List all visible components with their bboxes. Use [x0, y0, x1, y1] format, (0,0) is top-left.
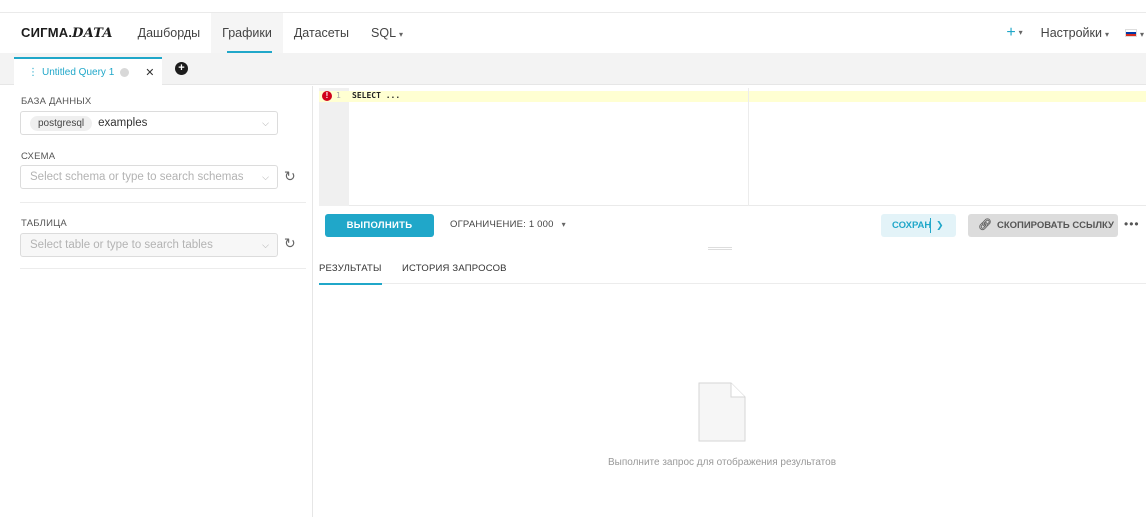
chevron-down-icon[interactable]: ❯ — [936, 214, 944, 237]
empty-results-message: Выполните запрос для отображения результ… — [607, 457, 837, 468]
editor-toolbar: ВЫПОЛНИТЬ ОГРАНИЧЕНИЕ: 1 000 ▾ СОХРАН ❯ 🔗… — [319, 207, 1146, 250]
line-number: 1 — [336, 91, 341, 100]
row-limit-dropdown[interactable]: ОГРАНИЧЕНИЕ: 1 000 ▾ — [450, 219, 566, 230]
link-icon: 🔗︎ — [978, 219, 992, 231]
tab-query-history[interactable]: ИСТОРИЯ ЗАПРОСОВ — [402, 263, 507, 274]
brand-logo[interactable]: СИГМА.DATA — [21, 25, 113, 41]
chevron-down-icon: ⌵ — [262, 240, 269, 250]
schema-label: СХЕМА — [21, 151, 56, 162]
russian-flag-icon — [1124, 28, 1137, 37]
table-label: ТАБЛИЦА — [21, 218, 67, 229]
database-panel: БАЗА ДАННЫХ postgresql examples ⌵ СХЕМА … — [9, 86, 313, 517]
sql-editor[interactable]: ! 1 SELECT ... — [319, 88, 1146, 206]
database-label: БАЗА ДАННЫХ — [21, 96, 92, 107]
print-margin — [748, 88, 749, 206]
save-button[interactable]: СОХРАН ❯ — [881, 214, 956, 237]
plus-icon: + — [1006, 24, 1016, 41]
empty-document-icon — [698, 382, 746, 442]
more-options-icon[interactable]: ••• — [1124, 217, 1140, 231]
split-divider — [930, 218, 931, 233]
results-tabs: РЕЗУЛЬТАТЫ ИСТОРИЯ ЗАПРОСОВ — [319, 252, 1146, 285]
caret-down-icon: ▾ — [1104, 30, 1109, 39]
close-icon[interactable]: ✕ — [145, 66, 154, 79]
database-engine-badge: postgresql — [30, 115, 93, 131]
table-select[interactable]: Select table or type to search tables ⌵ — [20, 233, 278, 257]
top-navbar: СИГМА.DATA Дашборды Графики Датасеты SQL… — [0, 12, 1146, 53]
nav-item-dashboards[interactable]: Дашборды — [127, 13, 212, 53]
query-tab-strip: ⋮ Untitled Query 1 ✕ — [0, 53, 1146, 85]
nav-item-datasets[interactable]: Датасеты — [283, 13, 360, 53]
drag-handle-icon[interactable]: ⋮ — [28, 67, 38, 78]
query-tab-title: Untitled Query 1 — [42, 66, 115, 78]
status-dot-icon — [120, 67, 130, 77]
nav-item-sql[interactable]: SQL ▾ — [360, 13, 414, 53]
divider — [20, 202, 306, 203]
caret-down-icon: ▾ — [1139, 30, 1144, 39]
navbar-right: + ▾ Настройки ▾ ▾ — [1006, 13, 1146, 53]
divider — [20, 268, 306, 269]
run-query-button[interactable]: ВЫПОЛНИТЬ — [325, 214, 434, 237]
main-nav: Дашборды Графики Датасеты SQL ▾ — [127, 12, 414, 53]
tab-results[interactable]: РЕЗУЛЬТАТЫ — [319, 263, 382, 285]
chevron-down-icon: ⌵ — [262, 118, 269, 128]
settings-menu[interactable]: Настройки ▾ — [1041, 26, 1109, 40]
sql-code[interactable]: SELECT ... — [352, 91, 400, 100]
refresh-schemas-icon[interactable]: ↻ — [284, 168, 296, 185]
chevron-down-icon: ⌵ — [262, 172, 269, 182]
database-select[interactable]: postgresql examples ⌵ — [20, 111, 278, 135]
database-name: examples — [98, 117, 148, 129]
query-tab[interactable]: ⋮ Untitled Query 1 ✕ — [14, 57, 162, 85]
language-selector[interactable]: ▾ — [1124, 24, 1144, 42]
editor-gutter — [319, 88, 349, 206]
error-icon[interactable]: ! — [322, 91, 332, 101]
copy-link-button[interactable]: 🔗︎ СКОПИРОВАТЬ ССЫЛКУ — [968, 214, 1118, 237]
resize-handle[interactable] — [708, 247, 732, 250]
caret-down-icon: ▾ — [1018, 28, 1023, 37]
caret-down-icon: ▾ — [399, 29, 404, 39]
add-tab-icon[interactable]: + — [175, 62, 188, 75]
caret-down-icon: ▾ — [561, 220, 566, 229]
refresh-tables-icon[interactable]: ↻ — [284, 235, 296, 252]
new-menu-button[interactable]: + ▾ — [1006, 24, 1022, 42]
schema-select[interactable]: Select schema or type to search schemas … — [20, 165, 278, 189]
nav-item-charts[interactable]: Графики — [211, 12, 283, 53]
